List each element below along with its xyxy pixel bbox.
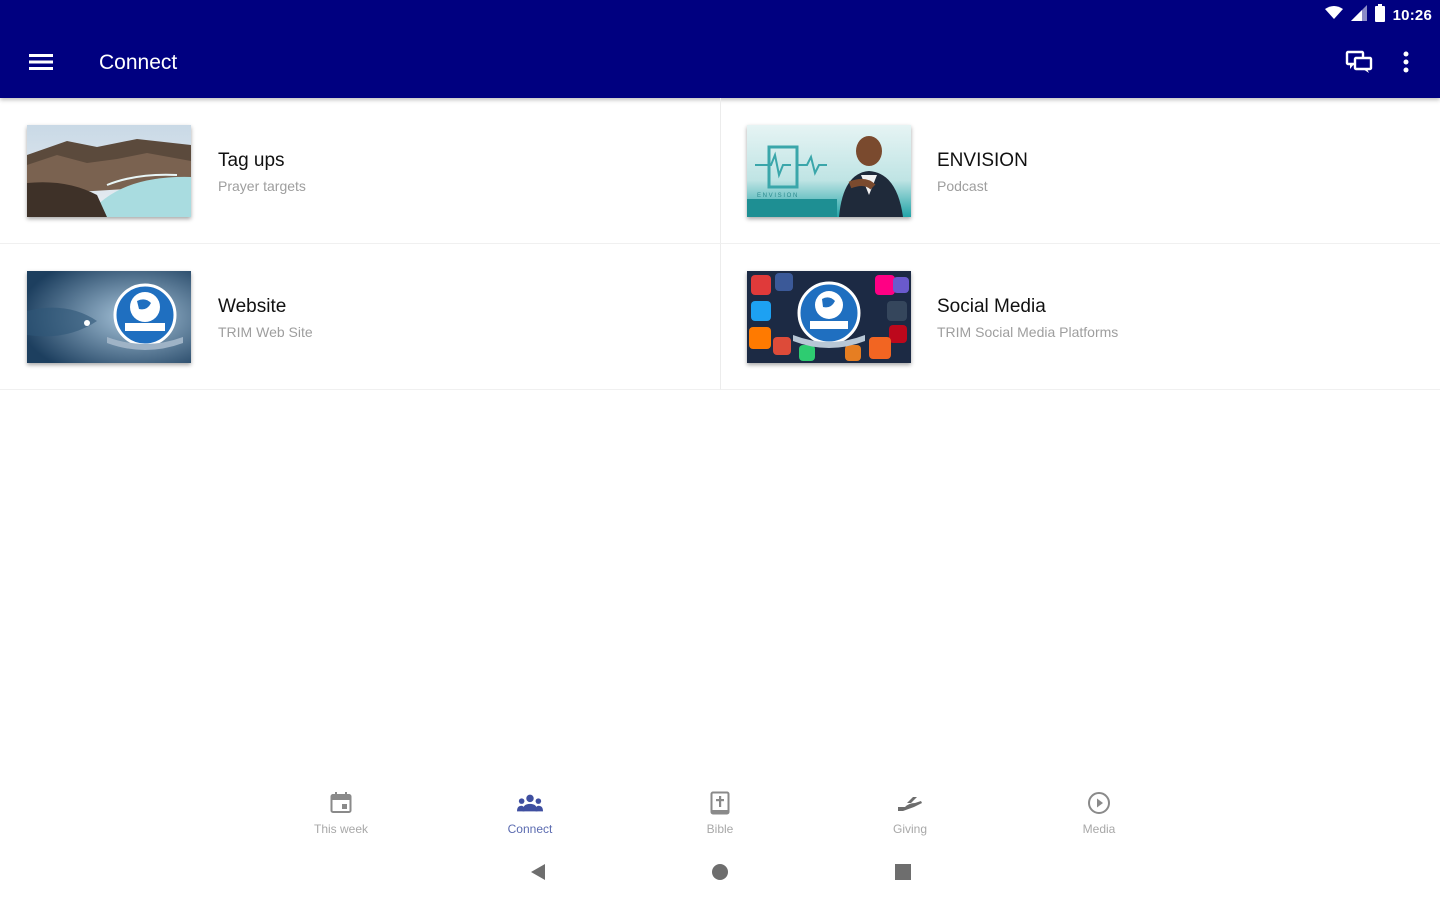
nav-bible[interactable]: Bible <box>660 790 780 846</box>
tile-website[interactable]: Website TRIM Web Site <box>0 244 721 390</box>
tile-text: Tag ups Prayer targets <box>218 150 306 194</box>
nav-connect[interactable]: Connect <box>470 790 590 846</box>
system-navigation-bar <box>0 846 1440 900</box>
svg-text:E N V I S I O N: E N V I S I O N <box>757 193 797 199</box>
thumbnail-envision-podcast: E N V I S I O N <box>747 125 911 217</box>
more-vert-icon <box>1403 51 1409 78</box>
tile-text: Social Media TRIM Social Media Platforms <box>937 296 1118 340</box>
nav-label: This week <box>313 822 369 836</box>
bottom-navigation: This week Connect Bible Giving Media <box>0 780 1440 846</box>
nav-label: Giving <box>892 822 927 836</box>
chat-button[interactable] <box>1335 40 1383 88</box>
nav-label: Bible <box>706 822 734 836</box>
app-screen: 10:26 Connect Tag ups Prayer targets E N… <box>0 0 1440 900</box>
tile-title: Social Media <box>937 296 1046 317</box>
toolbar: Connect <box>0 38 1440 90</box>
chat-icon <box>1345 50 1373 79</box>
tile-subtitle: Prayer targets <box>218 178 306 194</box>
tile-title: ENVISION <box>937 150 1028 171</box>
back-icon <box>529 863 547 886</box>
recents-icon <box>894 863 912 886</box>
nav-label: Media <box>1082 822 1116 836</box>
tile-title: Tag ups <box>218 150 285 171</box>
signal-icon <box>1350 4 1367 26</box>
recents-button[interactable] <box>889 860 917 888</box>
home-button[interactable] <box>706 860 734 888</box>
tile-social-media[interactable]: Social Media TRIM Social Media Platforms <box>721 244 1440 390</box>
page-title: Connect <box>99 51 178 74</box>
tile-tag-ups[interactable]: Tag ups Prayer targets <box>0 98 721 244</box>
tile-envision[interactable]: E N V I S I O N ENVISION Podcast <box>721 98 1440 244</box>
calendar-icon <box>328 790 354 816</box>
nav-label: Connect <box>507 822 553 836</box>
nav-this-week[interactable]: This week <box>281 790 401 846</box>
giving-hand-icon <box>897 790 923 816</box>
status-time: 10:26 <box>1392 6 1432 24</box>
hamburger-menu-icon <box>29 53 53 76</box>
menu-button[interactable] <box>17 40 65 88</box>
more-options-button[interactable] <box>1382 40 1430 88</box>
tile-text: ENVISION Podcast <box>937 150 1028 194</box>
status-bar: 10:26 <box>1324 3 1432 27</box>
back-button[interactable] <box>524 860 552 888</box>
nav-media[interactable]: Media <box>1039 790 1159 846</box>
tile-text: Website TRIM Web Site <box>218 296 313 340</box>
app-bar: 10:26 Connect <box>0 0 1440 98</box>
connect-grid: Tag ups Prayer targets E N V I S I O N E… <box>0 98 1440 394</box>
tile-title: Website <box>218 296 287 317</box>
nav-giving[interactable]: Giving <box>850 790 970 846</box>
play-circle-icon <box>1086 790 1112 816</box>
thumbnail-coastal-lake <box>27 125 191 217</box>
bible-icon <box>707 790 733 816</box>
thumbnail-trim-logo <box>27 271 191 363</box>
tile-subtitle: Podcast <box>937 178 988 194</box>
home-icon <box>711 863 729 886</box>
battery-icon <box>1374 3 1385 27</box>
wifi-icon <box>1324 5 1343 25</box>
tile-subtitle: TRIM Web Site <box>218 324 313 340</box>
thumbnail-social-collage <box>747 271 911 363</box>
tile-subtitle: TRIM Social Media Platforms <box>937 324 1119 340</box>
group-icon <box>517 790 543 816</box>
